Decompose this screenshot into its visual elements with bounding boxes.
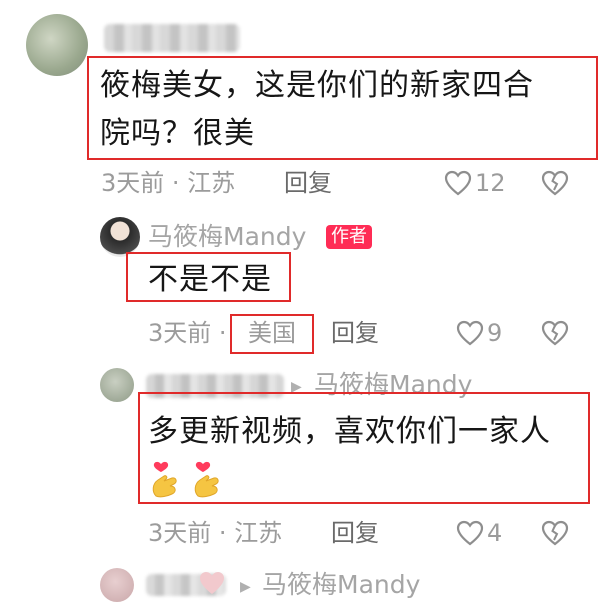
heart-hands-emoji — [150, 458, 182, 502]
timestamp: 3天前 — [148, 519, 212, 547]
author-name[interactable]: 马筱梅Mandy — [148, 222, 306, 252]
heart-hands-emoji — [192, 458, 224, 502]
timestamp: 3天前 — [101, 169, 165, 197]
heart-emoji — [198, 570, 226, 600]
comment-meta: 3天前 · 江苏 — [148, 518, 282, 548]
location: 江苏 — [187, 169, 236, 197]
comment-meta: 3天前 · — [148, 318, 227, 348]
heart-outline-icon[interactable] — [456, 320, 484, 346]
separator-dot: · — [218, 519, 227, 547]
comment-text: 多更新视频，喜欢你们一家人 — [148, 414, 551, 449]
comment-text: 筱梅美女，这是你们的新家四合 院吗？很美 — [100, 62, 590, 158]
like-count: 4 — [487, 519, 503, 547]
heart-outline-icon[interactable] — [456, 520, 484, 546]
comment-meta: 3天前 · 江苏 — [101, 168, 235, 198]
avatar[interactable] — [100, 368, 134, 402]
dislike-broken-heart-icon[interactable] — [541, 520, 569, 546]
avatar[interactable] — [100, 568, 134, 602]
comment-text: 不是不是 — [148, 262, 272, 297]
author-avatar[interactable] — [100, 217, 140, 257]
separator-dot: · — [171, 169, 180, 197]
author-badge: 作者 — [326, 225, 372, 249]
play-arrow-icon: ▶ — [240, 579, 251, 595]
timestamp: 3天前 — [148, 319, 212, 347]
separator-dot: · — [218, 319, 227, 347]
heart-outline-icon[interactable] — [444, 170, 472, 196]
comment-text-line: 筱梅美女，这是你们的新家四合 — [100, 68, 534, 103]
reply-button[interactable]: 回复 — [331, 318, 379, 348]
dislike-broken-heart-icon[interactable] — [541, 170, 569, 196]
username-blurred[interactable] — [104, 24, 240, 52]
like-count: 12 — [475, 169, 506, 197]
dislike-broken-heart-icon[interactable] — [541, 320, 569, 346]
like-count: 9 — [487, 319, 503, 347]
comment-text-line: 院吗？很美 — [100, 116, 255, 151]
reply-button[interactable]: 回复 — [284, 168, 332, 198]
reply-to-name[interactable]: 马筱梅Mandy — [262, 570, 420, 600]
location: 江苏 — [234, 519, 283, 547]
reply-button[interactable]: 回复 — [331, 518, 379, 548]
location: 美国 — [248, 319, 296, 347]
avatar[interactable] — [26, 14, 88, 76]
